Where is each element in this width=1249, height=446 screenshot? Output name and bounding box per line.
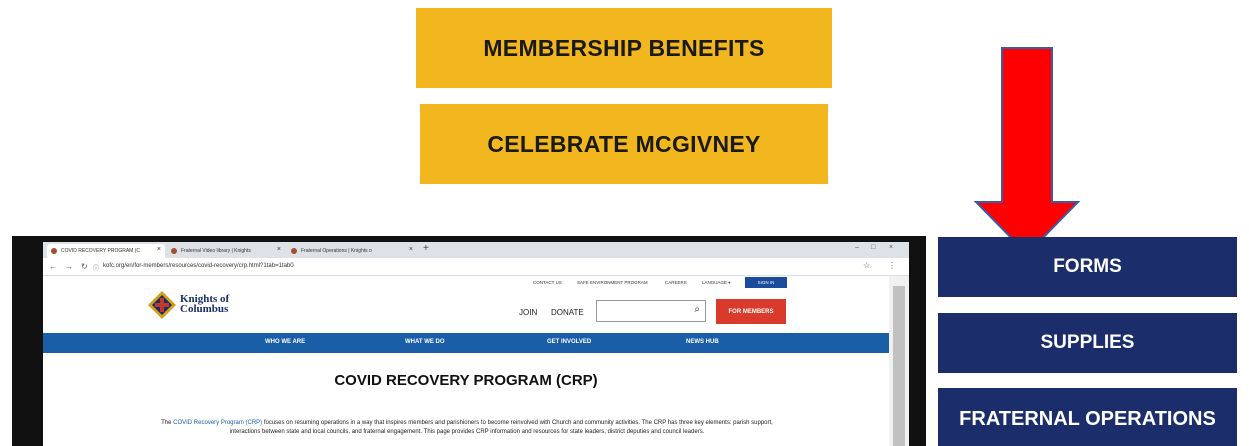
- close-icon[interactable]: ×: [277, 246, 281, 253]
- browser-window: COVID RECOVERY PROGRAM (C × Fraternal Vi…: [43, 242, 909, 446]
- forward-icon[interactable]: →: [65, 262, 73, 271]
- membership-benefits-button[interactable]: MEMBERSHIP BENEFITS: [416, 8, 832, 88]
- kofc-favicon-icon: [51, 248, 57, 254]
- tab-bar: COVID RECOVERY PROGRAM (C × Fraternal Vi…: [43, 242, 909, 258]
- fraternal-operations-button[interactable]: FRATERNAL OPERATIONS: [938, 388, 1237, 446]
- search-icon[interactable]: ⌕: [694, 304, 700, 315]
- intro-prefix: The: [161, 420, 174, 426]
- logo-line-2: Columbus: [180, 303, 229, 315]
- sign-in-button[interactable]: SIGN IN: [745, 277, 787, 288]
- careers-link[interactable]: CAREERS: [665, 280, 687, 285]
- language-label: LANGUAGE: [702, 280, 728, 285]
- kofc-favicon-icon: [291, 248, 297, 254]
- scrollbar[interactable]: [889, 276, 909, 446]
- safe-environment-link[interactable]: SAFE ENVIRONMENT PROGRAM: [577, 280, 648, 285]
- url-field[interactable]: kofc.org/en/for-members/resources/covid-…: [103, 263, 294, 269]
- nav-who-we-are[interactable]: WHO WE ARE: [265, 339, 305, 345]
- tab-fraternal-video[interactable]: Fraternal Video library | Knights ×: [167, 244, 285, 258]
- join-link[interactable]: JOIN: [519, 308, 537, 317]
- supplies-button[interactable]: SUPPLIES: [938, 313, 1237, 373]
- nav-news-hub[interactable]: NEWS HUB: [686, 339, 719, 345]
- intro-paragraph: The COVID Recovery Program (CRP) focuses…: [147, 419, 787, 437]
- intro-text: focuses on resuming operations in a way …: [229, 420, 773, 435]
- scrollbar-thumb[interactable]: [893, 286, 905, 446]
- caret-down-icon: ▾: [728, 280, 731, 285]
- down-arrow-icon: [973, 47, 1081, 256]
- tab-label: Fraternal Video library | Knights: [181, 248, 251, 254]
- page-title: COVID RECOVERY PROGRAM (CRP): [334, 372, 598, 389]
- tab-label: COVID RECOVERY PROGRAM (C: [61, 248, 140, 254]
- donate-link[interactable]: DONATE: [551, 308, 584, 317]
- menu-icon[interactable]: ⋮: [888, 261, 896, 270]
- nav-get-involved[interactable]: GET INVOLVED: [547, 339, 591, 345]
- browser-screenshot: COVID RECOVERY PROGRAM (C × Fraternal Vi…: [12, 236, 926, 446]
- forms-button[interactable]: FORMS: [938, 237, 1237, 297]
- close-icon[interactable]: ×: [409, 246, 413, 253]
- back-icon[interactable]: ←: [49, 262, 57, 271]
- info-icon[interactable]: ⓘ: [93, 263, 99, 272]
- tab-label: Fraternal Operations | Knights o: [301, 248, 372, 254]
- main-nav-bar: WHO WE ARE WHAT WE DO GET INVOLVED NEWS …: [43, 333, 889, 353]
- slide: MEMBERSHIP BENEFITS CELEBRATE MCGIVNEY F…: [0, 0, 1249, 446]
- crp-link[interactable]: COVID Recovery Program (CRP): [173, 420, 262, 426]
- address-bar: ← → ↻ ⓘ kofc.org/en/for-members/resource…: [43, 258, 909, 276]
- tab-covid-recovery[interactable]: COVID RECOVERY PROGRAM (C ×: [47, 244, 165, 258]
- for-members-button[interactable]: FOR MEMBERS: [716, 299, 786, 324]
- nav-what-we-do[interactable]: WHAT WE DO: [405, 339, 445, 345]
- search-input[interactable]: ⌕: [596, 300, 706, 322]
- maximize-icon[interactable]: □: [871, 244, 875, 251]
- contact-us-link[interactable]: CONTACT US: [533, 280, 562, 285]
- celebrate-mcgivney-button[interactable]: CELEBRATE MCGIVNEY: [420, 104, 828, 184]
- kofc-favicon-icon: [171, 248, 177, 254]
- window-close-icon[interactable]: ×: [889, 244, 893, 251]
- close-icon[interactable]: ×: [157, 246, 161, 253]
- logo-text[interactable]: Knights of Columbus: [180, 294, 229, 315]
- tab-fraternal-operations[interactable]: Fraternal Operations | Knights o ×: [287, 244, 417, 258]
- minimize-icon[interactable]: –: [855, 244, 859, 251]
- language-link[interactable]: LANGUAGE ▾: [702, 280, 731, 286]
- bookmark-star-icon[interactable]: ☆: [863, 261, 870, 270]
- new-tab-icon[interactable]: +: [423, 243, 429, 254]
- kofc-emblem-icon: [148, 291, 176, 319]
- reload-icon[interactable]: ↻: [81, 262, 88, 271]
